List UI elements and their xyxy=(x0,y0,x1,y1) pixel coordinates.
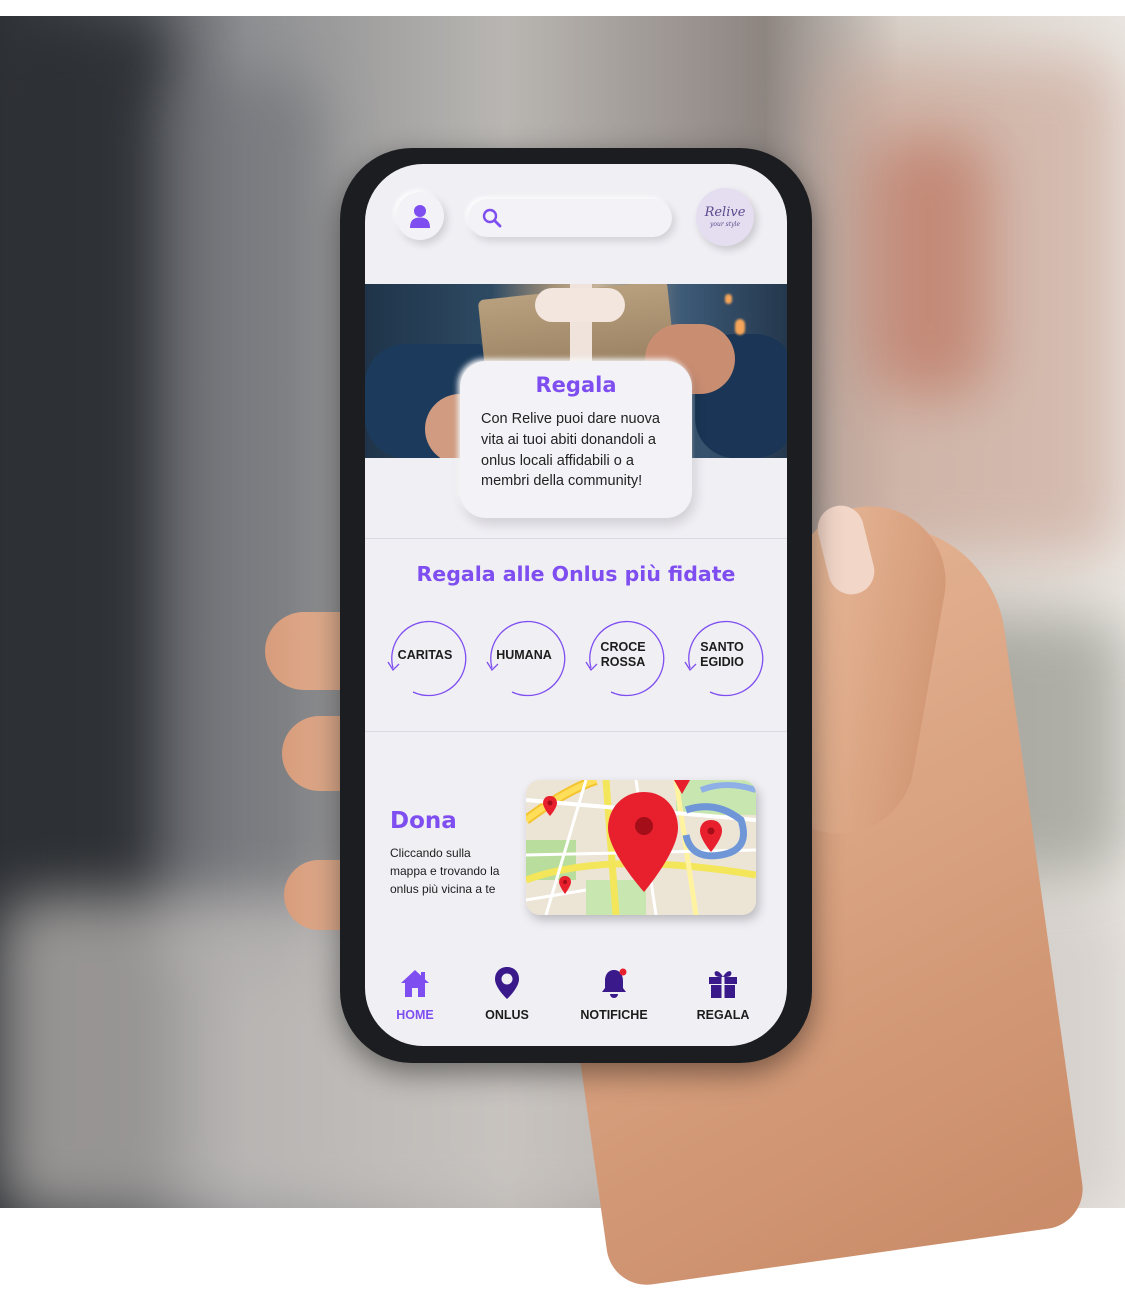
regala-description: Con Relive puoi dare nuova vita ai tuoi … xyxy=(481,411,660,490)
search-icon xyxy=(482,208,502,228)
home-icon xyxy=(401,970,429,997)
divider xyxy=(365,731,787,732)
search-bar[interactable] xyxy=(468,199,672,237)
onlus-label: CROCE ROSSA xyxy=(600,640,646,669)
onlus-button-humana[interactable]: HUMANA xyxy=(486,616,566,697)
onlus-label: HUMANA xyxy=(496,647,552,662)
onlus-label: SANTO EGIDIO xyxy=(700,640,744,669)
dona-description: Cliccando sulla mappa e trovando la onlu… xyxy=(390,846,500,896)
user-icon xyxy=(410,205,430,228)
map-illustration xyxy=(526,780,756,915)
nav-home[interactable]: HOME xyxy=(375,964,455,1026)
nav-label: HOME xyxy=(396,1008,434,1022)
relive-logo[interactable]: Relive your style xyxy=(696,188,754,246)
nav-label: ONLUS xyxy=(485,1008,529,1022)
nav-label: REGALA xyxy=(696,1008,750,1022)
regala-title: Regala xyxy=(535,373,617,397)
nav-label: NOTIFICHE xyxy=(580,1008,648,1022)
search-input[interactable] xyxy=(508,205,662,233)
dona-title: Dona xyxy=(390,808,457,834)
profile-button[interactable] xyxy=(396,192,444,240)
onlus-section-title: Regala alle Onlus più fidate xyxy=(416,562,736,586)
onlus-button-santo-egidio[interactable]: SANTO EGIDIO xyxy=(684,616,764,697)
logo-tagline: your style xyxy=(710,221,740,228)
onlus-button-caritas[interactable]: CARITAS xyxy=(387,616,467,697)
location-pin-icon xyxy=(495,967,519,999)
logo-text: Relive xyxy=(704,205,746,220)
map-thumbnail[interactable] xyxy=(526,780,756,915)
nav-notifiche[interactable]: NOTIFICHE xyxy=(574,964,654,1026)
nav-onlus[interactable]: ONLUS xyxy=(467,964,547,1026)
divider xyxy=(365,538,787,539)
regala-info-card: Regala Con Relive puoi dare nuova vita a… xyxy=(460,361,692,518)
bell-icon xyxy=(602,968,627,998)
onlus-button-croce-rossa[interactable]: CROCE ROSSA xyxy=(585,616,665,697)
onlus-label: CARITAS xyxy=(397,647,453,662)
app-screen: Relive your style Regala Con Relive puoi… xyxy=(365,164,787,1046)
gift-icon xyxy=(709,971,737,998)
nav-regala[interactable]: REGALA xyxy=(683,964,763,1026)
